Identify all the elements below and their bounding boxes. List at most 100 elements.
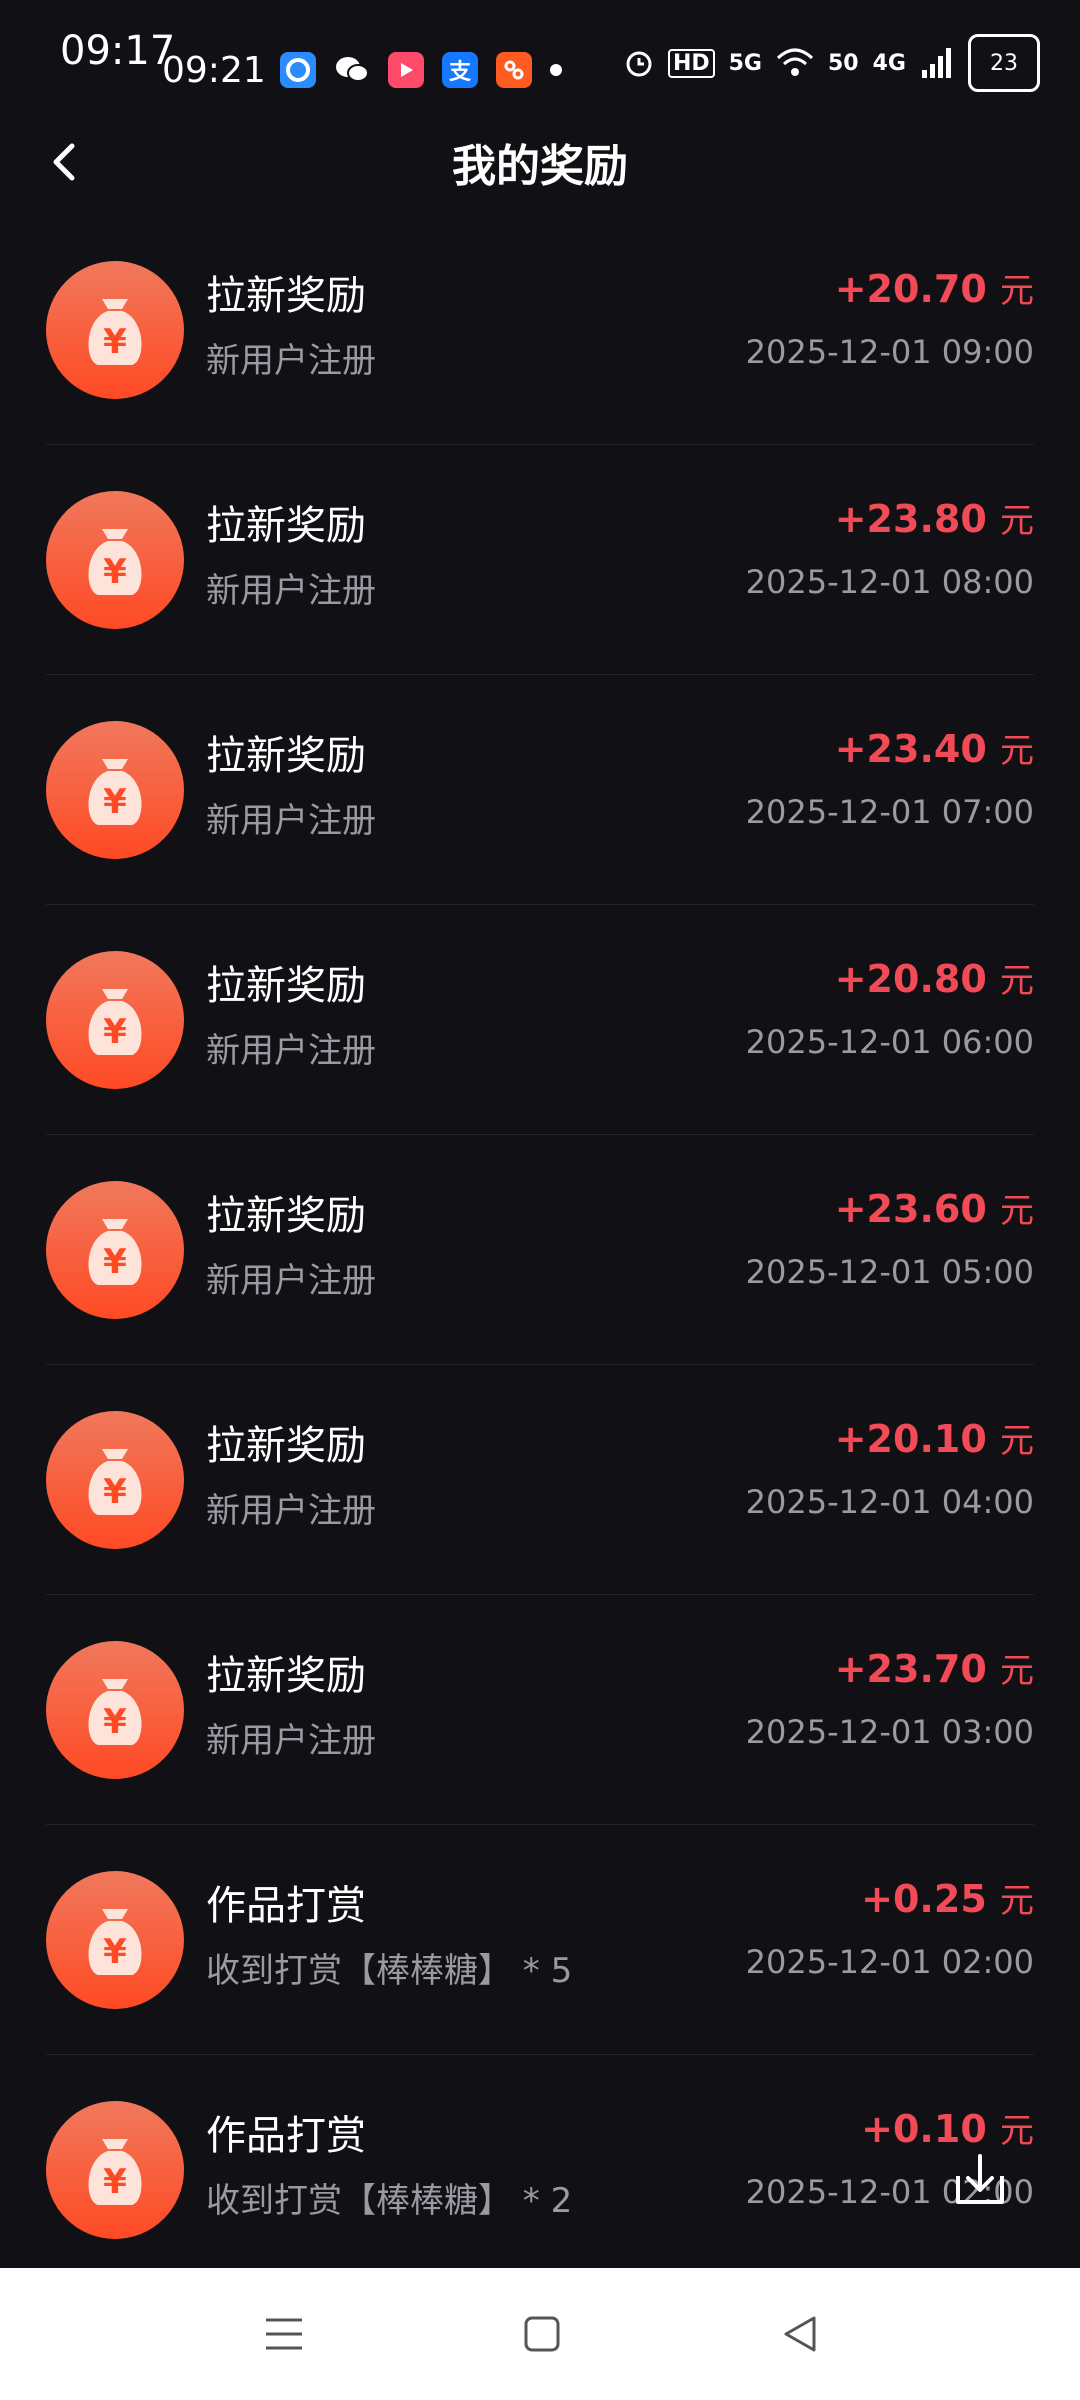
hd-voice-label: HD [667, 48, 715, 78]
battery-level: 23 [990, 50, 1018, 76]
home-button[interactable] [512, 2308, 572, 2360]
system-navigation-bar [0, 2268, 1080, 2400]
network-4g-label: 4G [872, 50, 906, 76]
reward-amount: +0.25 元 [861, 1873, 1034, 1922]
reward-time: 2025-12-01 07:00 [745, 793, 1034, 831]
download-button[interactable] [950, 2150, 1010, 2210]
reward-amount-value: +23.80 [834, 497, 987, 541]
reward-time: 2025-12-01 03:00 [745, 1713, 1034, 1751]
video-app-icon [388, 52, 424, 88]
yen-symbol: ¥ [103, 552, 127, 592]
reward-amount: +23.40 元 [835, 723, 1034, 772]
reward-amount-unit: 元 [1000, 961, 1034, 1001]
download-icon [956, 2154, 1004, 2204]
reward-list: ¥ 拉新奖励 新用户注册 +20.70 元 2025-12-01 09:00 ¥… [0, 215, 1080, 2284]
reward-time: 2025-12-01 02:00 [745, 1943, 1034, 1981]
reward-time: 2025-12-01 08:00 [745, 563, 1034, 601]
signal-5g-label: 5G [728, 50, 762, 76]
reward-description: 新用户注册 [206, 571, 376, 611]
reward-description: 新用户注册 [206, 1261, 376, 1301]
wechat-icon [334, 52, 370, 88]
reward-description: 收到打赏【棒棒糖】 * 5 [206, 1951, 573, 1991]
reward-amount: +20.80 元 [835, 953, 1034, 1002]
speed-label: 50 [828, 50, 859, 76]
reward-time: 2025-12-01 09:00 [745, 333, 1034, 371]
reward-row[interactable]: ¥ 拉新奖励 新用户注册 +23.60 元 2025-12-01 05:00 [46, 1135, 1034, 1365]
recent-apps-button[interactable] [254, 2308, 314, 2360]
page-title: 我的奖励 [452, 141, 628, 192]
reward-amount-value: +0.10 [861, 2107, 987, 2151]
reward-title: 作品打赏 [206, 1883, 366, 1929]
reward-amount-value: +20.70 [834, 267, 987, 311]
reward-amount-unit: 元 [1000, 271, 1034, 311]
wifi-icon [776, 48, 814, 76]
reward-title: 拉新奖励 [206, 1193, 366, 1239]
alipay-icon: 支 [442, 52, 478, 88]
reward-amount-unit: 元 [1000, 1881, 1034, 1921]
reward-row[interactable]: ¥ 拉新奖励 新用户注册 +20.80 元 2025-12-01 06:00 [46, 905, 1034, 1135]
money-bag-yen-icon: ¥ [46, 2101, 184, 2239]
reward-time: 2025-12-01 06:00 [745, 1023, 1034, 1061]
notification-icons: 支 [280, 52, 562, 88]
money-bag-yen-icon: ¥ [46, 1871, 184, 2009]
reward-amount-value: +23.40 [834, 727, 987, 771]
yen-symbol: ¥ [103, 782, 127, 822]
reward-row[interactable]: ¥ 拉新奖励 新用户注册 +23.80 元 2025-12-01 08:00 [46, 445, 1034, 675]
reward-amount-value: +23.60 [834, 1187, 987, 1231]
reward-description: 新用户注册 [206, 801, 376, 841]
reward-amount-unit: 元 [1000, 731, 1034, 771]
reward-amount: +23.70 元 [835, 1643, 1034, 1692]
reward-title: 作品打赏 [206, 2113, 366, 2159]
reward-amount-value: +0.25 [861, 1877, 987, 1921]
reward-amount-unit: 元 [1000, 1421, 1034, 1461]
yen-symbol: ¥ [103, 1702, 127, 1742]
reward-time: 2025-12-01 05:00 [745, 1253, 1034, 1291]
reward-title: 拉新奖励 [206, 1423, 366, 1469]
yen-symbol: ¥ [103, 1012, 127, 1052]
reward-description: 收到打赏【棒棒糖】 * 2 [206, 2181, 573, 2221]
reward-description: 新用户注册 [206, 341, 376, 381]
reward-title: 拉新奖励 [206, 503, 366, 549]
nav-back-button[interactable] [770, 2308, 830, 2360]
reward-amount: +23.80 元 [835, 493, 1034, 542]
reward-title: 拉新奖励 [206, 1653, 366, 1699]
rewards-screen: 09:17 09:21 支 HD 5G 50 4G 23 我的奖励 ¥ 拉新奖励… [0, 0, 1080, 2400]
alarm-icon [626, 51, 652, 77]
signal-bars-icon [922, 48, 951, 78]
taobao-icon [496, 52, 532, 88]
reward-row[interactable]: ¥ 拉新奖励 新用户注册 +20.70 元 2025-12-01 09:00 [46, 215, 1034, 445]
reward-description: 新用户注册 [206, 1721, 376, 1761]
reward-description: 新用户注册 [206, 1491, 376, 1531]
reward-row[interactable]: ¥ 作品打赏 收到打赏【棒棒糖】 * 2 +0.10 元 2025-12-01 … [46, 2055, 1034, 2284]
status-time-primary: 09:17 [60, 28, 176, 74]
reward-row[interactable]: ¥ 作品打赏 收到打赏【棒棒糖】 * 5 +0.25 元 2025-12-01 … [46, 1825, 1034, 2055]
reward-amount-value: +20.10 [834, 1417, 987, 1461]
money-bag-yen-icon: ¥ [46, 261, 184, 399]
money-bag-yen-icon: ¥ [46, 721, 184, 859]
yen-symbol: ¥ [103, 322, 127, 362]
reward-amount-unit: 元 [1000, 501, 1034, 541]
status-bar: 09:17 09:21 支 HD 5G 50 4G 23 [0, 0, 1080, 120]
reward-row[interactable]: ¥ 拉新奖励 新用户注册 +23.70 元 2025-12-01 03:00 [46, 1595, 1034, 1825]
reward-amount: +20.70 元 [835, 263, 1034, 312]
yen-symbol: ¥ [103, 1472, 127, 1512]
yen-symbol: ¥ [103, 1242, 127, 1282]
reward-title: 拉新奖励 [206, 733, 366, 779]
square-home-icon [524, 2316, 560, 2352]
reward-row[interactable]: ¥ 拉新奖励 新用户注册 +23.40 元 2025-12-01 07:00 [46, 675, 1034, 905]
reward-row[interactable]: ¥ 拉新奖励 新用户注册 +20.10 元 2025-12-01 04:00 [46, 1365, 1034, 1595]
reward-amount: +20.10 元 [835, 1413, 1034, 1462]
battery-indicator: 23 [968, 34, 1040, 92]
reward-amount-value: +23.70 [834, 1647, 987, 1691]
browser-app-icon [280, 52, 316, 88]
reward-amount-value: +20.80 [834, 957, 987, 1001]
reward-title: 拉新奖励 [206, 963, 366, 1009]
money-bag-yen-icon: ¥ [46, 1411, 184, 1549]
status-time-secondary: 09:21 [162, 50, 266, 91]
reward-amount-unit: 元 [1000, 2111, 1034, 2151]
reward-time: 2025-12-01 04:00 [745, 1483, 1034, 1521]
more-notifications-dot-icon [550, 64, 562, 76]
money-bag-yen-icon: ¥ [46, 951, 184, 1089]
triangle-back-icon [784, 2316, 816, 2352]
yen-symbol: ¥ [103, 1932, 127, 1972]
